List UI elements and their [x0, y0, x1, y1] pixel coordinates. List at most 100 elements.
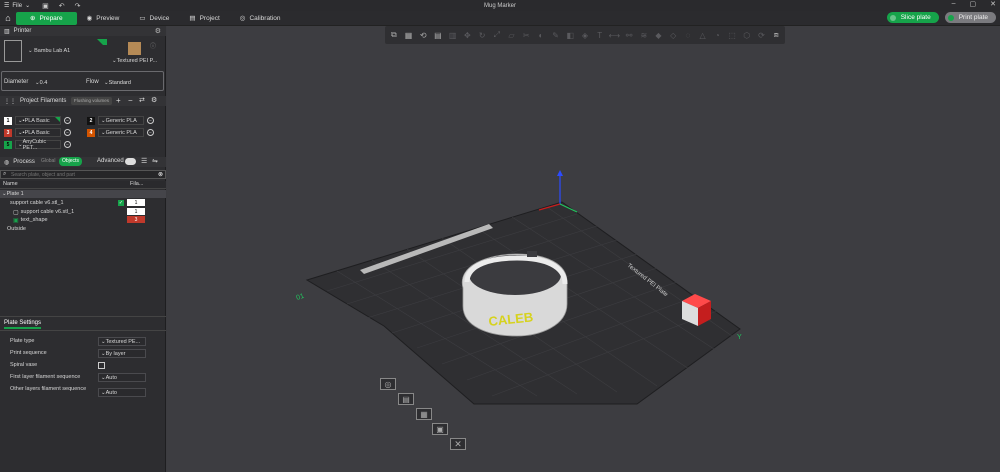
- group-icon[interactable]: ⬚: [726, 29, 738, 42]
- flushing-volumes-button[interactable]: Flushing volumes: [71, 97, 113, 105]
- filament-row-1[interactable]: 1 ⌄ ▪ PLA Basic −: [4, 116, 71, 125]
- tab-project[interactable]: ▤ Project: [179, 12, 229, 25]
- split-icon[interactable]: ▥: [447, 29, 459, 42]
- scale-icon[interactable]: ⤢: [491, 29, 503, 42]
- build-scene[interactable]: 01 Textured PEI Plate Y CALEB: [167, 26, 1000, 472]
- variable-layer-icon[interactable]: ≋: [638, 29, 650, 42]
- filament-select[interactable]: ⌄ ▪ PLA Basic: [15, 116, 61, 125]
- redo-icon[interactable]: ↷: [75, 2, 81, 10]
- reset-icon[interactable]: ⟳: [756, 29, 768, 42]
- other-layers-sequence-select[interactable]: ⌄ Auto: [98, 388, 146, 397]
- tab-device[interactable]: ▭ Device: [129, 12, 179, 25]
- drill-icon[interactable]: ◌: [682, 29, 694, 42]
- tab-preview[interactable]: ◉ Preview: [77, 12, 130, 25]
- rotate-icon[interactable]: ↻: [476, 29, 488, 42]
- filament-settings-icon[interactable]: ⚙: [151, 96, 157, 104]
- tab-prepare[interactable]: ⊕ Prepare: [16, 11, 77, 25]
- maximize-icon[interactable]: ▢: [970, 0, 977, 8]
- assembly-icon[interactable]: ⚯: [623, 29, 635, 42]
- visible-checkbox[interactable]: ✓: [118, 200, 124, 206]
- search-input[interactable]: [11, 171, 151, 178]
- lay-on-face-icon[interactable]: ▱: [506, 29, 518, 42]
- save-icon[interactable]: ▣: [42, 2, 49, 10]
- printer-select[interactable]: ⌄ Bambu Lab A1: [28, 48, 70, 54]
- filament-select[interactable]: ⌄ Generic PLA: [98, 128, 144, 137]
- close-icon[interactable]: ✕: [990, 0, 996, 8]
- 3d-viewport[interactable]: 01 Textured PEI Plate Y CALEB ◎ ▤ ▦ ▣ ✕: [167, 26, 1000, 472]
- tab-calibration[interactable]: ◎ Calibration: [230, 12, 291, 25]
- add-filament-icon[interactable]: +: [116, 96, 121, 105]
- file-menu[interactable]: ☰ File ⌄: [0, 2, 30, 10]
- filament-remove-icon[interactable]: −: [147, 117, 154, 124]
- sync-filament-icon[interactable]: ⇄: [139, 96, 145, 104]
- filament-remove-icon[interactable]: −: [64, 117, 71, 124]
- object-row[interactable]: ▣ text_shape 3: [0, 216, 166, 224]
- objects-toggle[interactable]: Objects: [59, 157, 82, 166]
- plate-settings-tab[interactable]: Plate Settings: [4, 320, 42, 329]
- svg-icon[interactable]: ◇: [667, 29, 679, 42]
- print-plate-button[interactable]: Print plate: [944, 12, 996, 23]
- spiral-vase-checkbox[interactable]: [98, 362, 105, 369]
- arrange-icon[interactable]: ▤: [432, 29, 444, 42]
- undo-icon[interactable]: ↶: [59, 2, 65, 10]
- filament-row-5[interactable]: 5 ⌄ AnyCubic PET... −: [4, 139, 71, 151]
- filament-badge[interactable]: 3: [127, 216, 145, 223]
- brim-ears-icon[interactable]: ◔: [711, 29, 723, 42]
- object-row[interactable]: Outside: [0, 225, 166, 233]
- advanced-toggle[interactable]: [125, 158, 136, 165]
- emboss-icon[interactable]: ◆: [653, 29, 665, 42]
- color-paint-icon[interactable]: ◈: [579, 29, 591, 42]
- arrange-plate-icon[interactable]: ▦: [416, 408, 432, 420]
- view-cube-icon[interactable]: ⧈: [770, 29, 782, 42]
- filament-row-2[interactable]: 2 ⌄ Generic PLA −: [87, 116, 154, 125]
- text-tool-icon[interactable]: T: [594, 29, 606, 42]
- clear-search-icon[interactable]: ⊗: [158, 171, 163, 178]
- search-box[interactable]: ⌕ ⊗: [0, 170, 166, 179]
- add-plate-icon[interactable]: ▦: [403, 29, 415, 42]
- print-sequence-select[interactable]: ⌄ By layer: [98, 349, 146, 358]
- filament-select[interactable]: ⌄ Generic PLA: [98, 116, 144, 125]
- cuff-model[interactable]: CALEB: [461, 251, 568, 337]
- filament-badge[interactable]: 1: [127, 208, 145, 215]
- plate-type-select[interactable]: ⌄Textured PEI P...: [112, 58, 157, 64]
- simplify-icon[interactable]: △: [697, 29, 709, 42]
- object-row[interactable]: ▢ support cable v6.stl_1 1: [0, 208, 166, 216]
- compare-icon[interactable]: ⇋: [152, 157, 158, 165]
- auto-orient-icon[interactable]: ⟲: [417, 29, 429, 42]
- flow-select[interactable]: ⌄ Standard: [101, 78, 157, 87]
- diameter-select[interactable]: ⌄ 0.4: [32, 78, 78, 87]
- filament-select[interactable]: ⌄ ▪ PLA Basic: [15, 128, 61, 137]
- info-icon[interactable]: ⓘ: [150, 41, 156, 50]
- plate-type-select[interactable]: ⌄ Textured PE...: [98, 337, 146, 346]
- slice-plate-button[interactable]: Slice plate: [886, 12, 939, 23]
- lock-plate-icon[interactable]: ▣: [432, 423, 448, 435]
- filament-row-3[interactable]: 3 ⌄ ▪ PLA Basic −: [4, 128, 71, 137]
- plate-settings-icon[interactable]: ◎: [380, 378, 396, 390]
- gear-icon[interactable]: ⚙: [155, 27, 161, 35]
- first-layer-sequence-select[interactable]: ⌄ Auto: [98, 373, 146, 382]
- explode-icon[interactable]: ⬡: [741, 29, 753, 42]
- mesh-boolean-icon[interactable]: ◐: [535, 29, 547, 42]
- cut-icon[interactable]: ✂: [520, 29, 532, 42]
- filament-badge[interactable]: 1: [127, 199, 145, 206]
- home-icon[interactable]: ⌂: [0, 11, 16, 26]
- seam-paint-icon[interactable]: ◧: [564, 29, 576, 42]
- remove-filament-icon[interactable]: −: [128, 96, 133, 105]
- list-icon[interactable]: ☰: [141, 157, 147, 165]
- filament-icon: ⋮⋮: [4, 98, 16, 105]
- delete-plate-icon[interactable]: ✕: [450, 438, 466, 450]
- global-toggle[interactable]: Global: [41, 158, 55, 164]
- add-object-icon[interactable]: ⧉: [388, 29, 400, 42]
- filament-row-4[interactable]: 4 ⌄ Generic PLA −: [87, 128, 154, 137]
- filament-remove-icon[interactable]: −: [147, 129, 154, 136]
- filament-select[interactable]: ⌄ AnyCubic PET...: [15, 139, 61, 151]
- support-paint-icon[interactable]: ✎: [550, 29, 562, 42]
- filament-remove-icon[interactable]: −: [64, 141, 71, 148]
- object-row-plate[interactable]: ⌄ Plate 1: [0, 190, 166, 198]
- measure-icon[interactable]: ⟷: [609, 29, 621, 42]
- filament-remove-icon[interactable]: −: [64, 129, 71, 136]
- object-row[interactable]: support cable v6.stl_1 ✓ 1: [0, 199, 166, 207]
- minimize-icon[interactable]: –: [952, 0, 956, 8]
- move-icon[interactable]: ✥: [462, 29, 474, 42]
- plate-filament-icon[interactable]: ▤: [398, 393, 414, 405]
